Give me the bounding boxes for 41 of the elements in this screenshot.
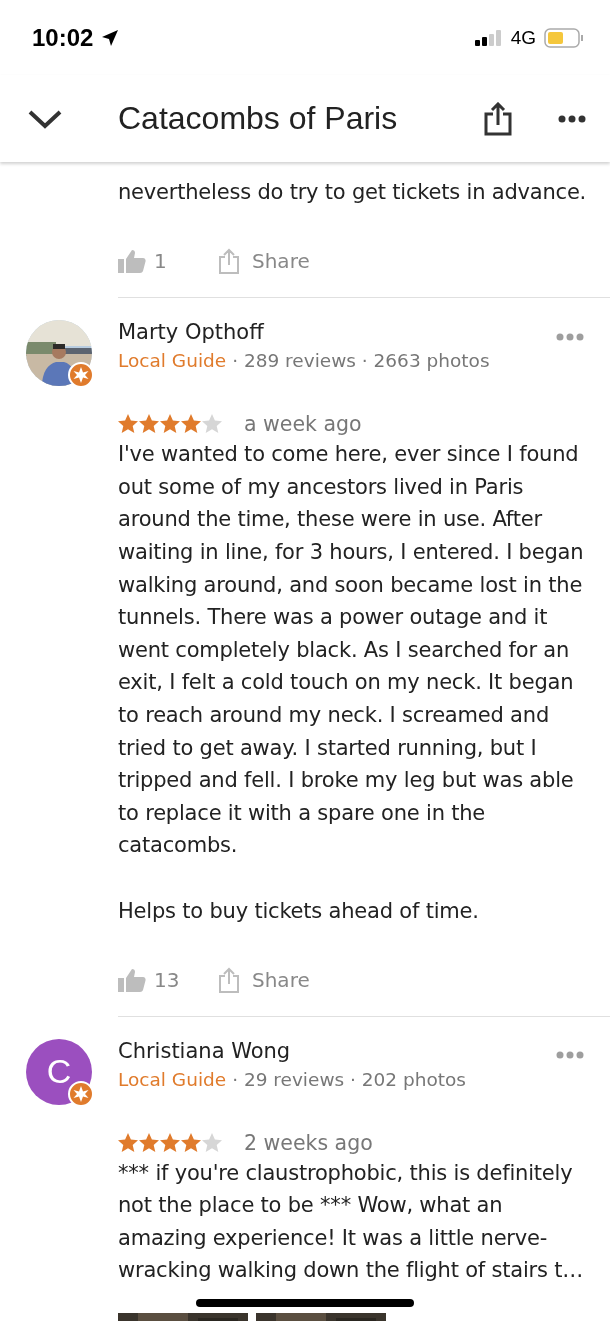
review-text: nevertheless do try to get tickets in advance. [118,179,588,206]
place-title: Catacombs of Paris [118,100,399,137]
filled-star-icon [160,414,180,435]
review-text: I've wanted to come here, ever since I found out some of my ancestors lived in Paris around the time, these were in use. After waiting in line, for 3 hours, I entered. I began walking around, and soon became lost in the tunnels. There was a power outage and it went completely black. As I searched for an exit, I felt a cold touch on my neck. It began to reach around my neck. I screamed and tried to get away. I started running, but I tripped and fell. I broke my leg but was able to replace it with a spare one in the catacombs. [118,441,585,860]
review-time: 2 weeks ago [244,1130,373,1155]
location-arrow-icon [101,28,120,47]
review-time: a week ago [244,412,362,437]
star-badge-icon [68,362,94,389]
share-icon[interactable] [484,101,512,136]
filled-star-icon [118,1132,138,1153]
filled-star-icon [139,414,159,435]
local-guide-label: Local Guide [118,1068,227,1090]
thumbs-up-icon [118,967,146,992]
filled-star-icon [139,1132,159,1153]
filled-star-icon [118,414,138,435]
review-text: *** if you're claustrophobic, this is definitely not the place to be *** Wow, what an amazing experience! It was a little nerve-wracking walking down the flight of stairs t… [118,1159,585,1285]
empty-star-icon [202,414,222,435]
reviewer-stats: · 289 reviews · 2663 photos [232,350,490,372]
reviewer-stats: · 29 reviews · 202 photos [232,1068,466,1090]
collapse-chevron-icon[interactable] [28,108,62,129]
signal-icon [474,29,503,46]
reviewer-name[interactable]: Marty Opthoff [118,320,556,345]
filled-star-icon [181,1132,201,1153]
share-button[interactable]: Share [218,966,310,993]
share-icon [218,966,240,993]
status-time: 10:02 [32,23,94,52]
share-icon [218,248,240,275]
reviewer-name[interactable]: Christiana Wong [118,1038,556,1063]
like-button[interactable]: 1 [118,249,218,274]
local-guide-label: Local Guide [118,350,227,372]
like-button[interactable]: 13 [118,967,218,992]
battery-icon [544,27,584,48]
share-button[interactable]: Share [218,248,310,275]
review-text: Helps to buy tickets ahead of time. [118,897,480,925]
thumbs-up-icon [118,249,146,274]
star-badge-icon [68,1080,94,1107]
filled-star-icon [181,414,201,435]
network-label: 4G [510,26,536,49]
more-options-icon[interactable] [558,114,586,123]
filled-star-icon [160,1132,180,1153]
empty-star-icon [202,1132,222,1153]
